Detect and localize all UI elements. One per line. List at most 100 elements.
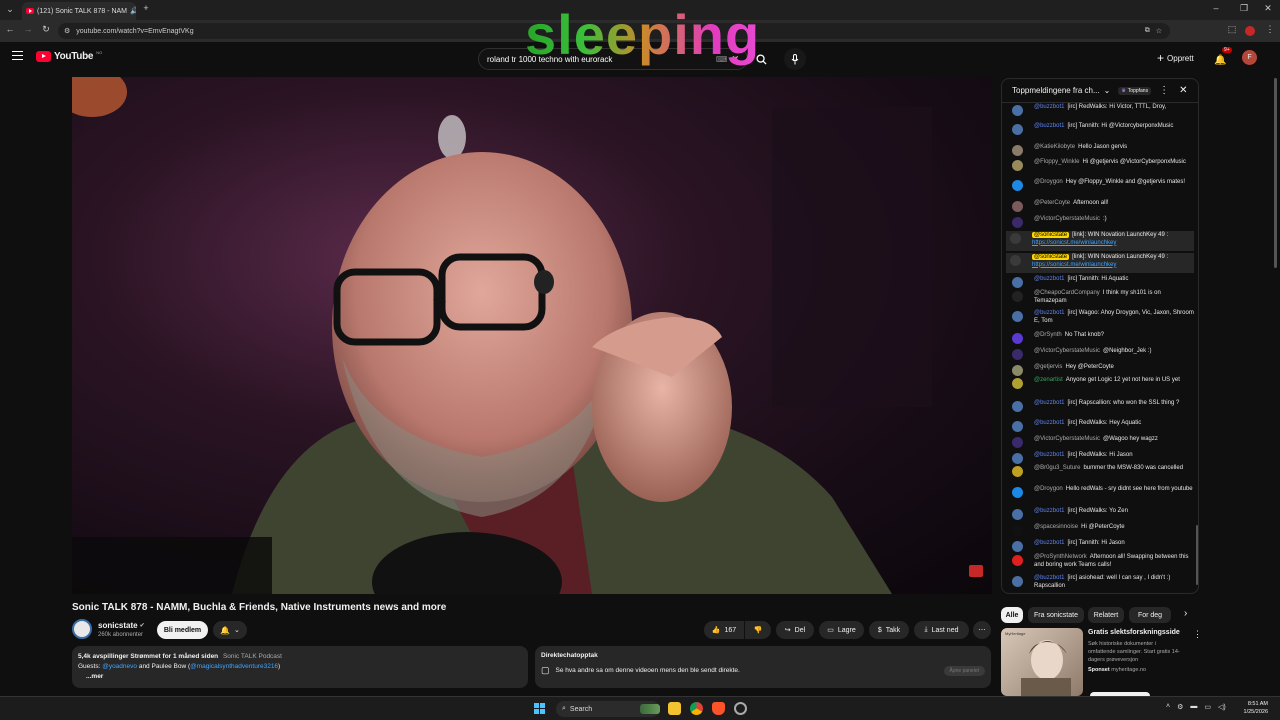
create-button[interactable]: + Opprett — [1157, 50, 1194, 66]
dislike-button[interactable]: 👎 — [745, 621, 771, 639]
more-link[interactable]: ...mer — [86, 672, 522, 682]
file-explorer-icon[interactable] — [668, 702, 681, 715]
chat-author-name[interactable]: @buzzbot1 — [1034, 123, 1064, 129]
chat-author-name[interactable]: @zenartist — [1034, 377, 1063, 383]
chat-author-avatar[interactable] — [1012, 291, 1023, 302]
chat-author-avatar[interactable] — [1012, 525, 1023, 536]
chat-message-link[interactable]: https://sonicst.me/winlaunchkey — [1032, 240, 1116, 246]
chat-message[interactable]: @buzzbot1 [irc] RedWalks: Hi Victor, TTTL… — [1008, 103, 1192, 123]
extensions-icon[interactable]: ⬚ — [1226, 24, 1238, 35]
guest-link-2[interactable]: @magicalsynthadventure3216 — [190, 663, 278, 670]
site-info-icon[interactable]: ⚙ — [64, 27, 70, 35]
reload-icon[interactable]: ↻ — [40, 24, 52, 35]
chat-author-avatar[interactable] — [1012, 180, 1023, 191]
chat-author-avatar[interactable] — [1012, 145, 1023, 156]
filter-chip[interactable]: For deg — [1129, 607, 1171, 623]
maximize-icon[interactable]: ❐ — [1238, 3, 1250, 14]
chat-more-icon[interactable]: ⋮ — [1159, 85, 1169, 96]
chat-message[interactable]: @Floppy_Winkle Hi @getjervis @VictorCyber… — [1008, 158, 1192, 178]
ad-thumbnail[interactable]: MyHeritage — [1001, 628, 1083, 696]
chat-author-name[interactable]: @VictorCyberstateMusic — [1034, 216, 1100, 222]
hamburger-menu-icon[interactable] — [12, 51, 23, 60]
taskbar-clock[interactable]: 8:51 AM 1/25/2026 — [1238, 700, 1268, 716]
chat-message[interactable]: @Droygon Hey @Floppy_Winkle and @getjervi… — [1008, 178, 1192, 198]
chat-message[interactable]: @ProSynthNetwork Afternoon all! Swapping … — [1008, 553, 1192, 573]
subscription-bell-button[interactable]: 🔔 ⌄ — [213, 621, 247, 639]
chat-author-name[interactable]: @buzzbot1 — [1034, 310, 1064, 316]
chrome-icon[interactable] — [690, 702, 703, 715]
install-icon[interactable]: ⧉ — [1145, 27, 1150, 35]
guest-link-1[interactable]: @yoadnevo — [102, 663, 137, 670]
chat-author-name[interactable]: @KatieKilobyte — [1034, 144, 1075, 150]
thanks-button[interactable]: $ Takk — [869, 621, 909, 639]
chat-author-name[interactable]: @buzzbot1 — [1034, 452, 1064, 458]
chat-author-name[interactable]: @PeterCoyte — [1034, 200, 1070, 206]
chat-author-name[interactable]: @sonicstate — [1032, 232, 1070, 238]
profile-avatar-icon[interactable] — [1245, 26, 1255, 36]
notifications-button[interactable]: 🔔 9+ — [1214, 47, 1232, 66]
chat-message[interactable]: @CheapoCardCompany I think my sh101 is on… — [1008, 289, 1192, 309]
chat-author-name[interactable]: @DrSynth — [1034, 332, 1062, 338]
chat-author-name[interactable]: @buzzbot1 — [1034, 276, 1064, 282]
windows-start-icon[interactable] — [534, 703, 545, 714]
chat-author-avatar[interactable] — [1012, 509, 1023, 520]
chat-author-avatar[interactable] — [1012, 124, 1023, 135]
chat-author-name[interactable]: @VictorCyberstateMusic — [1034, 348, 1100, 354]
chat-author-avatar[interactable] — [1012, 311, 1023, 322]
chat-message[interactable]: @Droygon Hello redWals - sry didnt see he… — [1008, 485, 1193, 505]
youtube-watermark-icon[interactable] — [969, 565, 983, 577]
chat-author-avatar[interactable] — [1012, 160, 1023, 171]
chat-author-avatar[interactable] — [1012, 277, 1023, 288]
chat-author-avatar[interactable] — [1010, 233, 1021, 244]
chat-author-avatar[interactable] — [1012, 541, 1023, 552]
podcast-link[interactable]: Sonic TALK Podcast — [223, 653, 282, 660]
chat-author-name[interactable]: @Floppy_Winkle — [1034, 159, 1079, 165]
close-chat-icon[interactable]: ✕ — [1179, 85, 1187, 96]
filter-chip[interactable]: Relatert — [1088, 607, 1124, 623]
minimize-icon[interactable]: – — [1210, 3, 1222, 13]
chat-author-avatar[interactable] — [1012, 349, 1023, 360]
chips-next-icon[interactable]: › — [1184, 608, 1187, 619]
tab-list-icon[interactable]: ⌄ — [4, 4, 16, 15]
chat-author-avatar[interactable] — [1012, 421, 1023, 432]
chat-author-avatar[interactable] — [1012, 365, 1023, 376]
download-button[interactable]: ⤓ Last ned — [914, 621, 969, 639]
filter-chip[interactable]: Alle — [1001, 607, 1023, 623]
close-window-icon[interactable]: ✕ — [1262, 3, 1274, 14]
chat-author-name[interactable]: @buzzbot1 — [1034, 540, 1064, 546]
taskbar-search[interactable]: ⌕ Search — [556, 701, 660, 717]
chat-author-avatar[interactable] — [1012, 201, 1023, 212]
bookmark-star-icon[interactable]: ☆ — [1156, 27, 1162, 35]
chat-message[interactable]: @sonicstate [link]: WIN Novation LaunchKe… — [1006, 231, 1194, 251]
chat-author-name[interactable]: @CheapoCardCompany — [1034, 290, 1100, 296]
filter-chip[interactable]: Fra sonicstate — [1028, 607, 1084, 623]
join-button[interactable]: Bli medlem — [157, 621, 208, 639]
chat-author-avatar[interactable] — [1012, 576, 1023, 587]
browser-tab[interactable]: (121) Sonic TALK 878 - NAM 🔊 ✕ — [22, 2, 136, 20]
channel-name[interactable]: sonicstate ✔ — [98, 621, 145, 630]
save-button[interactable]: ▭ Lagre — [819, 621, 864, 639]
system-tray[interactable]: ˄ ⚙ ▬ ▭ ◁) — [1166, 703, 1226, 711]
like-button[interactable]: 👍 167 — [704, 621, 744, 639]
chat-author-name[interactable]: @ProSynthNetwork — [1034, 554, 1087, 560]
chat-author-name[interactable]: @Droygon — [1034, 486, 1063, 492]
chat-author-avatar[interactable] — [1012, 466, 1023, 477]
chat-message[interactable]: @buzzbot1 [irc] Rapscallion: who won the … — [1008, 399, 1192, 419]
chat-author-avatar[interactable] — [1012, 401, 1023, 412]
top-fans-badge[interactable]: ♛ Toppfans — [1118, 86, 1152, 95]
ad-more-icon[interactable]: ⋮ — [1193, 629, 1202, 640]
channel-avatar[interactable] — [72, 619, 92, 639]
ad-title[interactable]: Gratis slektsforskningsside — [1088, 629, 1188, 636]
open-panel-button[interactable]: Åpne panelet — [943, 665, 985, 676]
chat-author-name[interactable]: @sonicstate — [1032, 254, 1070, 260]
chat-message[interactable]: @zenartist Anyone get Logic 12 yet not he… — [1008, 376, 1192, 396]
browser-menu-icon[interactable]: ⋮ — [1264, 24, 1276, 35]
share-button[interactable]: ↪ Del — [776, 621, 814, 639]
brave-icon[interactable] — [712, 702, 725, 715]
user-avatar[interactable]: F — [1242, 50, 1257, 65]
chat-author-name[interactable]: @VictorCyberstateMusic — [1034, 436, 1100, 442]
chat-message[interactable]: @Br0gu3_Suture bummer the MSW-830 was can… — [1008, 464, 1192, 484]
chat-author-avatar[interactable] — [1012, 437, 1023, 448]
voice-search-button[interactable] — [784, 48, 806, 70]
chat-author-avatar[interactable] — [1012, 453, 1023, 464]
